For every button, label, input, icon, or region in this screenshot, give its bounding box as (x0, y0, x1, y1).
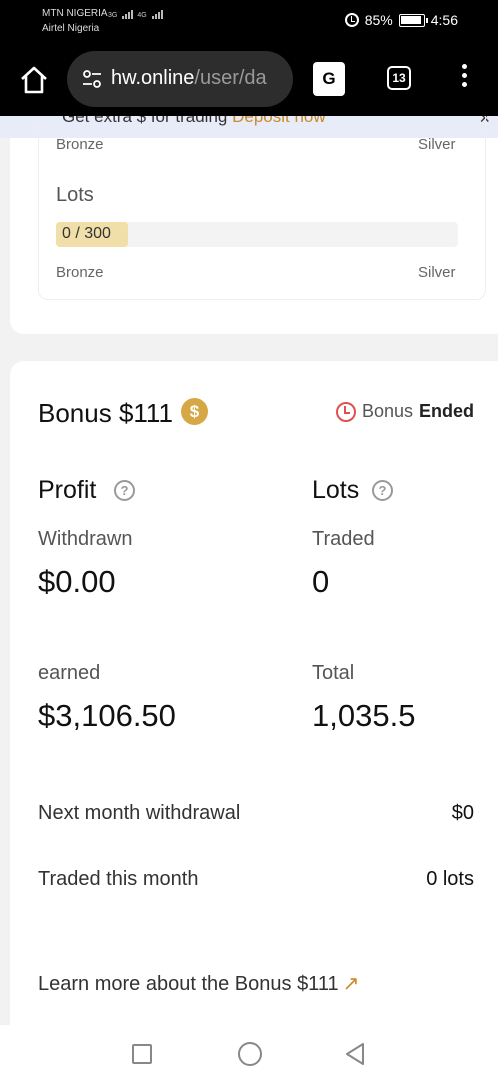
bonus-status-prefix: Bonus (361, 401, 413, 421)
bonus-title: Bonus $111 (38, 398, 173, 428)
signal-2-type: 4G (137, 12, 147, 19)
tier-label-silver-top: Silver (418, 136, 456, 153)
status-right: 85% 4:56 (344, 12, 458, 28)
signal-2-icon (151, 10, 163, 19)
tab-switcher-button[interactable]: 13 (387, 66, 411, 90)
bonus-status-value: Ended (418, 401, 474, 421)
dollar-coin-icon: $ (181, 398, 208, 425)
battery-icon (398, 13, 428, 27)
translate-icon[interactable]: G (313, 62, 345, 96)
withdrawn-value: $0.00 (38, 564, 116, 599)
clock-time: 4:56 (430, 12, 458, 28)
carrier-names: MTN NIGERIA Airtel Nigeria (42, 6, 108, 36)
profit-heading: Profit (38, 476, 97, 504)
signal-1-type: 3G (108, 12, 118, 19)
tier-label-silver: Silver (418, 264, 456, 281)
url-text[interactable]: hw.online/user/da (111, 67, 267, 90)
lots-title: Lots (56, 184, 94, 206)
progress-label: 0 / 300 (62, 225, 111, 242)
profit-help-icon[interactable]: ? (114, 480, 135, 501)
alarm-icon (344, 13, 359, 27)
recents-square-icon[interactable] (132, 1044, 152, 1064)
lots-progress-bar: 0 / 300 (56, 222, 458, 247)
bonus-status: Bonus Ended (335, 401, 474, 422)
battery-percent: 85% (364, 12, 393, 28)
total-label: Total (312, 662, 355, 684)
more-menu-icon[interactable] (460, 64, 468, 92)
traded-label: Traded (312, 528, 375, 550)
carrier-1: MTN NIGERIA (42, 8, 108, 19)
next-month-withdrawal-label: Next month withdrawal (38, 802, 241, 824)
home-circle-icon[interactable] (238, 1042, 262, 1066)
learn-more-text[interactable]: Learn more about the Bonus $111 (38, 973, 339, 995)
withdrawn-label: Withdrawn (38, 528, 133, 550)
lots-help-icon[interactable]: ? (372, 480, 393, 501)
total-value: 1,035.5 (312, 698, 416, 733)
signal-1-icon (122, 10, 134, 19)
browser-toolbar: hw.online/user/da G 13 (0, 44, 498, 116)
tier-label-bronze-top: Bronze (56, 136, 104, 153)
home-icon[interactable] (18, 64, 50, 96)
android-nav-bar (0, 1025, 498, 1080)
site-settings-icon[interactable] (81, 68, 103, 90)
bonus-card (10, 361, 498, 1025)
back-triangle-icon[interactable] (344, 1042, 366, 1066)
clock-icon (335, 401, 356, 422)
carrier-2: Airtel Nigeria (42, 23, 100, 34)
traded-this-month-label: Traded this month (38, 868, 199, 890)
lots-heading: Lots (312, 476, 360, 504)
learn-more-link[interactable]: Learn more about the Bonus $111 ↗ (38, 971, 359, 996)
url-path: /user/da (194, 67, 267, 89)
tier-label-bronze: Bronze (56, 264, 104, 281)
traded-this-month-value: 0 lots (426, 868, 474, 890)
status-bar: MTN NIGERIA Airtel Nigeria 3G 4G 85% 4:5… (0, 0, 498, 44)
traded-value: 0 (312, 564, 330, 599)
external-arrow-icon: ↗ (342, 973, 360, 995)
url-bar[interactable]: hw.online/user/da (67, 51, 293, 107)
earned-label: earned (38, 662, 101, 684)
earned-value: $3,106.50 (38, 698, 176, 733)
signal-indicators: 3G 4G (108, 10, 163, 19)
next-month-withdrawal-value: $0 (451, 802, 474, 824)
url-host: hw.online (111, 67, 195, 89)
